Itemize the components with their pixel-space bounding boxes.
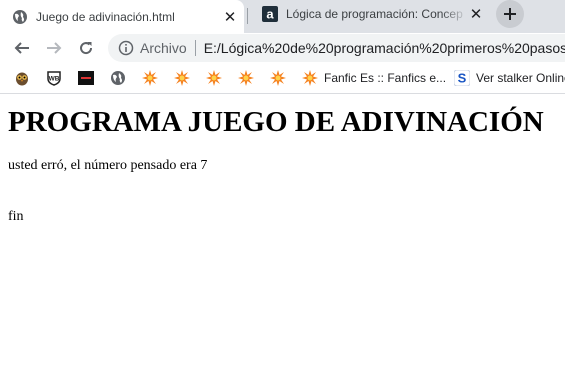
- back-button[interactable]: [10, 36, 34, 60]
- tab-logica-programacion[interactable]: a Lógica de programación: Concep ✕: [250, 0, 490, 28]
- arrow-left-icon: [14, 42, 29, 54]
- address-bar[interactable]: Archivo E:/Lógica%20de%20programación%20…: [108, 34, 565, 62]
- bookmark-burst-2[interactable]: [174, 69, 196, 87]
- forward-button[interactable]: [42, 36, 66, 60]
- bookmark-burst-4[interactable]: [238, 69, 260, 87]
- reload-icon: [80, 42, 93, 55]
- tab-title: Lógica de programación: Concep: [286, 7, 463, 21]
- page-content: PROGRAMA JUEGO DE ADIVINACIÓN usted erró…: [0, 94, 565, 373]
- orange-burst-icon: [174, 70, 190, 86]
- tab-separator: [247, 8, 248, 24]
- page-heading: PROGRAMA JUEGO DE ADIVINACIÓN: [8, 106, 544, 138]
- orange-burst-icon: [302, 70, 318, 86]
- end-text: fin: [8, 209, 24, 224]
- reload-button[interactable]: [74, 36, 98, 60]
- bookmark-warner[interactable]: WB: [46, 69, 68, 87]
- bookmark-globe[interactable]: [110, 69, 132, 87]
- result-message: usted erró, el número pensado era 7: [8, 158, 208, 173]
- close-tab-icon[interactable]: ✕: [222, 9, 238, 26]
- tab-strip: Juego de adivinación.html ✕ a Lógica de …: [0, 0, 565, 33]
- tab-juego-adivinacion[interactable]: Juego de adivinación.html ✕: [0, 0, 244, 33]
- globe-icon: [13, 9, 27, 24]
- svg-text:S: S: [458, 71, 467, 86]
- svg-text:WB: WB: [49, 76, 60, 83]
- bookmark-fanfic-es[interactable]: Fanfic Es :: Fanfics e...: [302, 69, 446, 87]
- bookmark-burst-5[interactable]: [270, 69, 292, 87]
- bookmark-burst-1[interactable]: [142, 69, 164, 87]
- browser-toolbar: Archivo E:/Lógica%20de%20programación%20…: [0, 33, 565, 63]
- orange-burst-icon: [206, 70, 222, 86]
- new-tab-button[interactable]: [496, 0, 524, 28]
- bookmarks-bar: WB Fanfic Es:: Fanfics e... S Ver stalk…: [0, 63, 565, 94]
- bookmark-owl[interactable]: [14, 69, 36, 87]
- bookmark-burst-3[interactable]: [206, 69, 228, 87]
- omnibox-divider: [194, 40, 196, 56]
- bookmark-ver-stalker[interactable]: S Ver stalker Online: [454, 69, 565, 87]
- dark-tile-icon: [78, 71, 94, 85]
- owl-icon: [16, 72, 28, 86]
- url-text: E:/Lógica%20de%20programación%20primeros…: [203, 40, 565, 56]
- bookmark-label: Ver stalker Online: [476, 71, 565, 85]
- bookmark-label: Fanfic Es :: Fanfics e...: [324, 71, 447, 85]
- warner-bros-icon: WB: [47, 71, 61, 86]
- orange-burst-icon: [270, 70, 286, 86]
- close-tab-icon[interactable]: ✕: [468, 6, 484, 23]
- scheme-label: Archivo: [140, 40, 187, 56]
- s-badge-icon: S: [454, 70, 470, 86]
- plus-icon: [504, 8, 516, 20]
- alura-a-icon: a: [262, 6, 278, 22]
- globe-icon: [111, 71, 125, 85]
- arrow-right-icon: [47, 42, 62, 54]
- info-icon[interactable]: [118, 40, 134, 56]
- bookmark-dark[interactable]: [78, 69, 100, 87]
- orange-burst-icon: [238, 70, 254, 86]
- tab-title: Juego de adivinación.html: [36, 9, 175, 24]
- orange-burst-icon: [142, 70, 158, 86]
- svg-text:a: a: [266, 7, 274, 22]
